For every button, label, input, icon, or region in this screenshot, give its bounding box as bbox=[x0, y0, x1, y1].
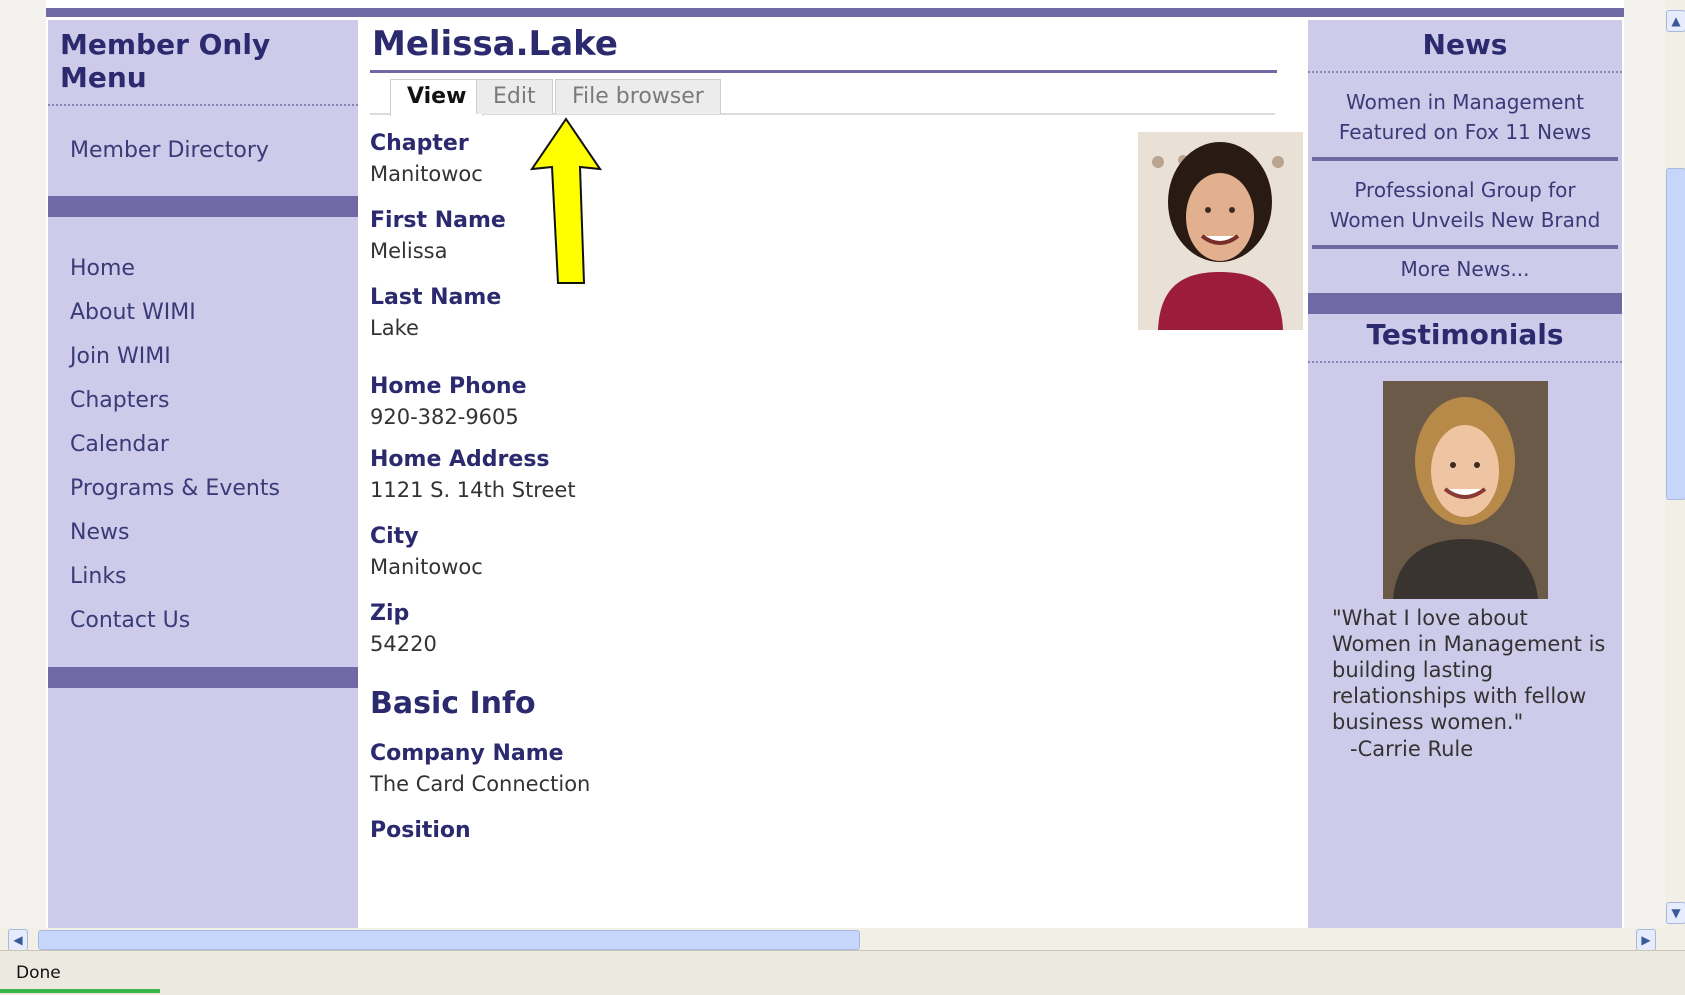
nav-home[interactable]: Home bbox=[48, 247, 358, 291]
sidebar-divider bbox=[48, 196, 358, 217]
tab-bar: View Edit File browser bbox=[370, 73, 1275, 116]
field-value-zip: 54220 bbox=[370, 632, 437, 656]
testimonial-quote: "What I love about Women in Management i… bbox=[1332, 606, 1606, 734]
testimonial-photo bbox=[1382, 381, 1548, 599]
header-stripe bbox=[46, 8, 1624, 17]
field-label-city: City bbox=[370, 524, 419, 549]
field-value-home-address: 1121 S. 14th Street bbox=[370, 478, 576, 502]
status-bar: Done bbox=[0, 950, 1685, 995]
browser-viewport: Member Only Menu Member Directory Home A… bbox=[0, 0, 1665, 928]
member-menu-sidebar: Member Only Menu Member Directory Home A… bbox=[48, 20, 358, 928]
field-value-city: Manitowoc bbox=[370, 555, 483, 579]
nav-chapters[interactable]: Chapters bbox=[48, 379, 358, 423]
nav-programs-events[interactable]: Programs & Events bbox=[48, 467, 358, 511]
tab-view[interactable]: View bbox=[390, 79, 484, 116]
vertical-scrollbar[interactable]: ▲ ▼ bbox=[1665, 0, 1685, 928]
nav-calendar[interactable]: Calendar bbox=[48, 423, 358, 467]
annotation-arrow bbox=[530, 117, 602, 284]
news-sidebar: News Women in Management Featured on Fox… bbox=[1308, 20, 1622, 928]
nav-news[interactable]: News bbox=[48, 511, 358, 555]
scroll-up-icon[interactable]: ▲ bbox=[1666, 10, 1685, 32]
scroll-down-icon[interactable]: ▼ bbox=[1666, 902, 1685, 924]
status-progress bbox=[0, 989, 160, 993]
nav-join-wimi[interactable]: Join WIMI bbox=[48, 335, 358, 379]
page-title: Melissa.Lake bbox=[370, 20, 1277, 73]
nav-contact-us[interactable]: Contact Us bbox=[48, 599, 358, 643]
news-title: News bbox=[1308, 20, 1622, 73]
field-label-company-name: Company Name bbox=[370, 741, 564, 766]
header-band bbox=[46, 0, 1624, 18]
page: Member Only Menu Member Directory Home A… bbox=[46, 0, 1624, 928]
scroll-right-icon[interactable]: ▶ bbox=[1636, 929, 1656, 951]
scrollbar-corner bbox=[1665, 928, 1685, 950]
profile-content: Melissa.Lake View Edit File browser Chap… bbox=[370, 20, 1330, 928]
nav-links[interactable]: Links bbox=[48, 555, 358, 599]
horizontal-scroll-thumb[interactable] bbox=[38, 930, 860, 950]
main-nav: Home About WIMI Join WIMI Chapters Calen… bbox=[48, 247, 358, 643]
status-text: Done bbox=[16, 963, 61, 983]
more-news-link[interactable]: More News... bbox=[1308, 249, 1622, 293]
testimonials-title: Testimonials bbox=[1308, 314, 1622, 363]
horizontal-scrollbar[interactable]: ◀ ▶ bbox=[0, 928, 1665, 951]
tab-file-browser[interactable]: File browser bbox=[555, 79, 721, 114]
news-section-divider bbox=[1308, 293, 1622, 314]
field-value-home-phone: 920-382-9605 bbox=[370, 405, 519, 429]
news-item[interactable]: Women in Management Featured on Fox 11 N… bbox=[1308, 73, 1622, 157]
tab-edit[interactable]: Edit bbox=[476, 79, 553, 114]
field-label-home-address: Home Address bbox=[370, 447, 550, 472]
sidebar-divider bbox=[48, 667, 358, 688]
field-value-company-name: The Card Connection bbox=[370, 772, 591, 796]
vertical-scroll-thumb[interactable] bbox=[1666, 168, 1685, 500]
field-label-position: Position bbox=[370, 818, 471, 843]
member-menu-title: Member Only Menu bbox=[48, 20, 358, 106]
basic-info-heading: Basic Info bbox=[370, 686, 536, 721]
field-label-zip: Zip bbox=[370, 601, 410, 626]
testimonial-author: -Carrie Rule bbox=[1350, 737, 1474, 761]
profile-photo bbox=[1138, 132, 1303, 330]
news-item[interactable]: Professional Group for Women Unveils New… bbox=[1308, 161, 1622, 245]
member-directory-link[interactable]: Member Directory bbox=[48, 138, 358, 196]
scroll-left-icon[interactable]: ◀ bbox=[8, 929, 28, 951]
field-label-home-phone: Home Phone bbox=[370, 374, 527, 399]
nav-about-wimi[interactable]: About WIMI bbox=[48, 291, 358, 335]
